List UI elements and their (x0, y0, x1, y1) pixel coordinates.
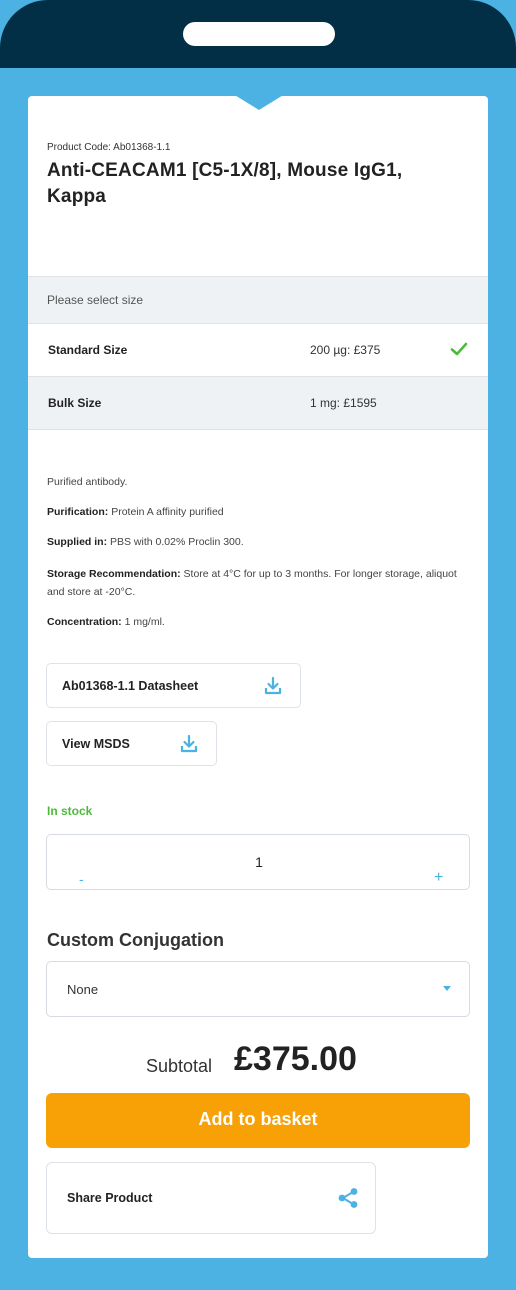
msds-label: View MSDS (62, 737, 130, 751)
conjugation-selected-value: None (67, 982, 99, 997)
conjugation-select[interactable]: None (46, 961, 470, 1017)
phone-header (0, 0, 516, 68)
subtotal-value: £375.00 (234, 1040, 357, 1078)
spec-label: Concentration: (47, 616, 122, 628)
size-option-price: 200 µg: £375 (310, 343, 381, 357)
datasheet-download-button[interactable]: Ab01368-1.1 Datasheet (46, 663, 301, 708)
quantity-value[interactable]: 1 (47, 854, 471, 870)
quantity-stepper[interactable]: 1 - + (46, 834, 470, 890)
product-card: Product Code: Ab01368-1.1 Anti-CEACAM1 [… (28, 96, 488, 1258)
spec-label: Purification: (47, 506, 109, 518)
size-option-price: 1 mg: £1595 (310, 396, 377, 410)
subtotal-label: Subtotal (146, 1056, 213, 1076)
spec-label: Storage Recommendation: (47, 568, 181, 580)
size-option-name: Bulk Size (48, 396, 102, 410)
download-icon (264, 676, 282, 695)
spec-value: 1 mg/ml. (124, 616, 165, 628)
chevron-down-icon (443, 986, 451, 991)
size-option-name: Standard Size (48, 343, 128, 357)
share-product-button[interactable]: Share Product (46, 1162, 376, 1234)
share-label: Share Product (67, 1191, 153, 1205)
phone-speaker (183, 22, 335, 46)
spec-supplied-in: Supplied in: PBS with 0.02% Proclin 300. (47, 533, 467, 551)
share-icon (338, 1188, 358, 1208)
spec-storage: Storage Recommendation: Store at 4°C for… (47, 565, 467, 601)
quantity-decrement-button[interactable]: - (79, 871, 84, 887)
product-title: Anti-CEACAM1 [C5-1X/8], Mouse IgG1, Kapp… (47, 160, 403, 207)
card-notch (233, 94, 285, 110)
spec-value: Protein A affinity purified (111, 506, 224, 518)
spec-label: Supplied in: (47, 536, 108, 548)
add-to-basket-button[interactable]: Add to basket (46, 1093, 470, 1148)
spec-purification: Purification: Protein A affinity purifie… (47, 503, 467, 521)
view-msds-button[interactable]: View MSDS (46, 721, 217, 766)
datasheet-label: Ab01368-1.1 Datasheet (62, 679, 199, 693)
product-code: Product Code: Ab01368-1.1 (47, 142, 171, 153)
size-option-standard[interactable]: Standard Size 200 µg: £375 (28, 324, 488, 377)
spec-value: PBS with 0.02% Proclin 300. (110, 536, 244, 548)
check-icon (450, 342, 468, 356)
size-selector-header: Please select size (28, 276, 488, 324)
quantity-increment-button[interactable]: + (434, 869, 443, 887)
spec-concentration: Concentration: 1 mg/ml. (47, 613, 467, 631)
size-option-bulk[interactable]: Bulk Size 1 mg: £1595 (28, 377, 488, 430)
product-description: Purified antibody. (47, 476, 128, 488)
download-icon (180, 734, 198, 753)
stock-status: In stock (47, 804, 93, 818)
conjugation-title: Custom Conjugation (47, 930, 224, 950)
